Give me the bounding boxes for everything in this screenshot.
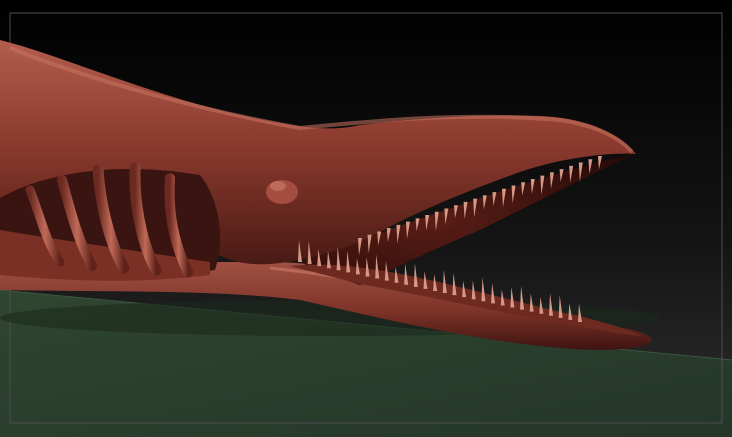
render-viewport xyxy=(0,0,732,437)
sculpt-render xyxy=(0,0,732,437)
gill-opening xyxy=(0,162,220,281)
